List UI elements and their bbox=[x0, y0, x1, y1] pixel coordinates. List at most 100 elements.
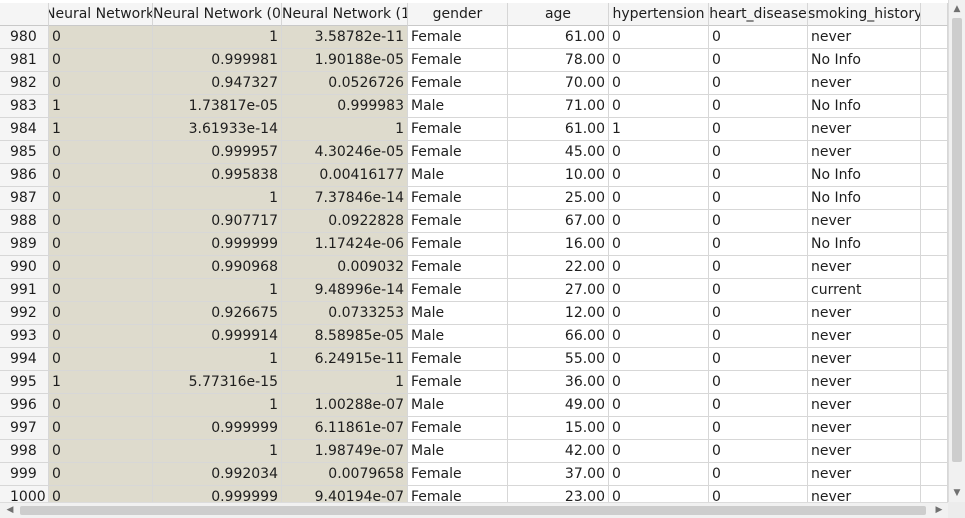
row-index[interactable]: 991 bbox=[0, 279, 49, 302]
cell-age[interactable]: 61.00 bbox=[508, 118, 609, 141]
cell-gender[interactable]: Male bbox=[408, 95, 508, 118]
cell-age[interactable]: 23.00 bbox=[508, 486, 609, 502]
cell-heart-disease[interactable]: 0 bbox=[709, 371, 808, 394]
cell-gender[interactable]: Female bbox=[408, 26, 508, 49]
header-neural-network[interactable]: Neural Network bbox=[49, 3, 153, 26]
cell-neural-network-1[interactable]: 8.58985e-05 bbox=[282, 325, 408, 348]
cell-neural-network-1[interactable]: 6.11861e-07 bbox=[282, 417, 408, 440]
cell-hypertension[interactable]: 0 bbox=[609, 325, 709, 348]
cell-neural-network[interactable]: 0 bbox=[49, 325, 153, 348]
cell-gender[interactable]: Female bbox=[408, 141, 508, 164]
cell-age[interactable]: 12.00 bbox=[508, 302, 609, 325]
cell-neural-network[interactable]: 0 bbox=[49, 141, 153, 164]
cell-extra[interactable] bbox=[921, 72, 948, 95]
cell-hypertension[interactable]: 0 bbox=[609, 348, 709, 371]
cell-age[interactable]: 10.00 bbox=[508, 164, 609, 187]
cell-gender[interactable]: Female bbox=[408, 72, 508, 95]
cell-age[interactable]: 55.00 bbox=[508, 348, 609, 371]
cell-heart-disease[interactable]: 0 bbox=[709, 210, 808, 233]
cell-neural-network-0[interactable]: 0.999999 bbox=[153, 417, 282, 440]
scroll-left-icon[interactable]: ◀ bbox=[3, 503, 17, 517]
cell-heart-disease[interactable]: 0 bbox=[709, 72, 808, 95]
cell-neural-network-0[interactable]: 0.999957 bbox=[153, 141, 282, 164]
cell-hypertension[interactable]: 0 bbox=[609, 302, 709, 325]
cell-extra[interactable] bbox=[921, 325, 948, 348]
cell-gender[interactable]: Female bbox=[408, 187, 508, 210]
cell-smoking-history[interactable]: never bbox=[808, 486, 921, 502]
table-row[interactable]: 984 1 3.61933e-14 1 Female 61.00 1 0 never bbox=[0, 118, 948, 141]
scroll-right-icon[interactable]: ▶ bbox=[932, 503, 946, 517]
cell-extra[interactable] bbox=[921, 463, 948, 486]
cell-neural-network-1[interactable]: 0.0079658 bbox=[282, 463, 408, 486]
header-age[interactable]: age bbox=[508, 3, 609, 26]
cell-hypertension[interactable]: 0 bbox=[609, 394, 709, 417]
cell-extra[interactable] bbox=[921, 49, 948, 72]
cell-smoking-history[interactable]: never bbox=[808, 440, 921, 463]
scroll-down-icon[interactable]: ▼ bbox=[950, 486, 964, 500]
cell-gender[interactable]: Female bbox=[408, 348, 508, 371]
cell-neural-network[interactable]: 1 bbox=[49, 95, 153, 118]
cell-hypertension[interactable]: 0 bbox=[609, 486, 709, 502]
cell-neural-network[interactable]: 0 bbox=[49, 417, 153, 440]
cell-extra[interactable] bbox=[921, 440, 948, 463]
cell-neural-network-0[interactable]: 0.999999 bbox=[153, 486, 282, 502]
cell-extra[interactable] bbox=[921, 394, 948, 417]
cell-neural-network-1[interactable]: 0.999983 bbox=[282, 95, 408, 118]
cell-heart-disease[interactable]: 0 bbox=[709, 164, 808, 187]
cell-hypertension[interactable]: 0 bbox=[609, 463, 709, 486]
cell-extra[interactable] bbox=[921, 302, 948, 325]
cell-neural-network-1[interactable]: 0.0733253 bbox=[282, 302, 408, 325]
cell-neural-network-0[interactable]: 0.926675 bbox=[153, 302, 282, 325]
cell-gender[interactable]: Female bbox=[408, 118, 508, 141]
cell-extra[interactable] bbox=[921, 118, 948, 141]
header-hypertension[interactable]: hypertension bbox=[609, 3, 709, 26]
cell-gender[interactable]: Female bbox=[408, 210, 508, 233]
cell-heart-disease[interactable]: 0 bbox=[709, 394, 808, 417]
cell-extra[interactable] bbox=[921, 279, 948, 302]
cell-age[interactable]: 27.00 bbox=[508, 279, 609, 302]
cell-hypertension[interactable]: 1 bbox=[609, 118, 709, 141]
cell-gender[interactable]: Male bbox=[408, 302, 508, 325]
cell-age[interactable]: 78.00 bbox=[508, 49, 609, 72]
cell-neural-network-0[interactable]: 1 bbox=[153, 26, 282, 49]
header-gender[interactable]: gender bbox=[408, 3, 508, 26]
cell-extra[interactable] bbox=[921, 187, 948, 210]
cell-smoking-history[interactable]: No Info bbox=[808, 49, 921, 72]
cell-gender[interactable]: Male bbox=[408, 394, 508, 417]
cell-smoking-history[interactable]: never bbox=[808, 72, 921, 95]
cell-neural-network[interactable]: 0 bbox=[49, 279, 153, 302]
cell-age[interactable]: 25.00 bbox=[508, 187, 609, 210]
cell-heart-disease[interactable]: 0 bbox=[709, 440, 808, 463]
cell-neural-network-1[interactable]: 0.009032 bbox=[282, 256, 408, 279]
cell-age[interactable]: 61.00 bbox=[508, 26, 609, 49]
cell-neural-network-0[interactable]: 3.61933e-14 bbox=[153, 118, 282, 141]
cell-age[interactable]: 70.00 bbox=[508, 72, 609, 95]
cell-neural-network[interactable]: 0 bbox=[49, 187, 153, 210]
cell-heart-disease[interactable]: 0 bbox=[709, 279, 808, 302]
cell-extra[interactable] bbox=[921, 95, 948, 118]
table-row[interactable]: 991 0 1 9.48996e-14 Female 27.00 0 0 current bbox=[0, 279, 948, 302]
cell-neural-network[interactable]: 0 bbox=[49, 233, 153, 256]
cell-gender[interactable]: Male bbox=[408, 325, 508, 348]
table-row[interactable]: 988 0 0.907717 0.0922828 Female 67.00 0 0 never bbox=[0, 210, 948, 233]
cell-hypertension[interactable]: 0 bbox=[609, 164, 709, 187]
cell-heart-disease[interactable]: 0 bbox=[709, 118, 808, 141]
cell-age[interactable]: 15.00 bbox=[508, 417, 609, 440]
cell-smoking-history[interactable]: never bbox=[808, 141, 921, 164]
table-row[interactable]: 986 0 0.995838 0.00416177 Male 10.00 0 0 No Info bbox=[0, 164, 948, 187]
header-heart-disease[interactable]: heart_disease bbox=[709, 3, 808, 26]
cell-neural-network[interactable]: 0 bbox=[49, 463, 153, 486]
cell-neural-network-1[interactable]: 0.0922828 bbox=[282, 210, 408, 233]
cell-neural-network[interactable]: 0 bbox=[49, 72, 153, 95]
cell-age[interactable]: 49.00 bbox=[508, 394, 609, 417]
cell-neural-network-1[interactable]: 1.00288e-07 bbox=[282, 394, 408, 417]
cell-neural-network-0[interactable]: 1 bbox=[153, 440, 282, 463]
cell-smoking-history[interactable]: never bbox=[808, 26, 921, 49]
cell-smoking-history[interactable]: never bbox=[808, 463, 921, 486]
cell-heart-disease[interactable]: 0 bbox=[709, 233, 808, 256]
cell-neural-network-1[interactable]: 1 bbox=[282, 118, 408, 141]
table-row[interactable]: 992 0 0.926675 0.0733253 Male 12.00 0 0 never bbox=[0, 302, 948, 325]
cell-neural-network[interactable]: 0 bbox=[49, 210, 153, 233]
cell-neural-network-1[interactable]: 1.17424e-06 bbox=[282, 233, 408, 256]
table-row[interactable]: 989 0 0.999999 1.17424e-06 Female 16.00 0 0 No I… bbox=[0, 233, 948, 256]
